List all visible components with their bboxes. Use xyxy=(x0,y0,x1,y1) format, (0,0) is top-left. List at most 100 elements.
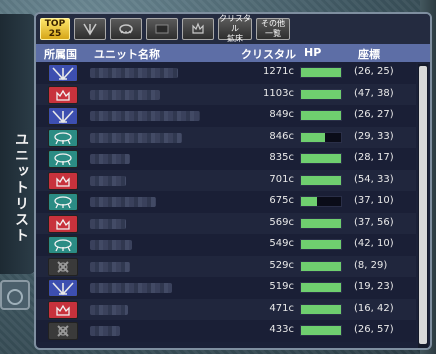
unit-hp-fill xyxy=(301,304,341,314)
unit-crystal: 835c xyxy=(269,152,294,163)
unit-crystal: 1103c xyxy=(263,87,294,99)
header-faction[interactable]: 所属国 xyxy=(44,46,77,62)
unit-hp-fill xyxy=(301,89,341,99)
unit-crystal: 529c xyxy=(269,259,294,271)
unit-row[interactable]: 471c (16, 42) xyxy=(36,298,416,320)
unit-name-obscured xyxy=(90,175,126,186)
faction-teal-emblem-icon xyxy=(48,128,78,147)
unit-crystal: 675c xyxy=(269,195,294,206)
faction-teal-emblem-icon xyxy=(119,24,133,34)
tab-top25[interactable]: TOP 25 xyxy=(40,18,70,40)
unit-coords: (54, 33) xyxy=(354,173,394,185)
unit-crystal: 519c xyxy=(269,281,294,292)
unit-name-obscured xyxy=(90,68,178,78)
unit-hp-bar xyxy=(300,239,342,250)
unit-name-obscured xyxy=(90,283,172,293)
tab-other-list[interactable]: その他 一覧 xyxy=(256,18,290,40)
unit-row[interactable]: 549c (42, 10) xyxy=(36,234,416,256)
tab-red-faction[interactable] xyxy=(182,18,214,40)
unit-crystal: 433c xyxy=(269,324,294,335)
unit-hp-fill xyxy=(301,240,341,249)
faction-red-emblem-icon xyxy=(48,214,78,233)
faction-blue-emblem-icon xyxy=(48,64,78,82)
faction-blue-emblem-icon xyxy=(83,23,97,36)
unit-coords: (29, 33) xyxy=(354,130,394,142)
unit-row[interactable]: 846c (29, 33) xyxy=(36,126,416,148)
faction-blue-emblem-icon xyxy=(48,107,78,125)
window-title: ユニットリスト xyxy=(13,132,29,244)
unit-hp-bar xyxy=(300,110,342,121)
faction-teal-emblem-icon xyxy=(48,150,78,168)
unit-name-obscured xyxy=(90,261,130,272)
unit-row[interactable]: 433c (26, 57) xyxy=(36,320,416,342)
faction-black-emblem-icon xyxy=(48,257,78,276)
unit-coords: (19, 23) xyxy=(354,281,394,292)
unit-name-obscured xyxy=(90,154,130,164)
unit-name-obscured xyxy=(90,326,120,336)
unit-coords: (16, 42) xyxy=(354,302,394,314)
unit-hp-fill xyxy=(301,283,341,292)
menu-icon xyxy=(7,289,23,305)
unit-name-obscured xyxy=(90,197,156,207)
unit-name-obscured xyxy=(90,240,132,250)
header-hp[interactable]: HP xyxy=(304,46,321,59)
unit-coords: (26, 25) xyxy=(354,66,394,77)
unit-coords: (37, 56) xyxy=(354,216,394,228)
scroll-thumb[interactable] xyxy=(419,66,427,344)
unit-hp-bar xyxy=(300,282,342,293)
unit-row[interactable]: 569c (37, 56) xyxy=(36,212,416,234)
header-name[interactable]: ユニット名称 xyxy=(94,46,160,62)
faction-red-emblem-icon xyxy=(48,171,78,190)
unit-hp-fill xyxy=(301,175,341,185)
faction-red-emblem-icon xyxy=(48,85,78,104)
unit-row[interactable]: 529c (8, 29) xyxy=(36,255,416,277)
header-crystal[interactable]: クリスタル xyxy=(241,46,296,62)
unit-name-obscured xyxy=(90,304,128,315)
unit-hp-bar xyxy=(300,303,342,315)
unit-hp-fill xyxy=(301,68,341,77)
unit-row[interactable]: 1103c (47, 38) xyxy=(36,83,416,105)
side-menu-button[interactable] xyxy=(0,280,30,310)
unit-crystal: 569c xyxy=(269,216,294,228)
unit-hp-bar xyxy=(300,325,342,336)
faction-black-emblem-icon xyxy=(155,24,169,34)
unit-coords: (26, 57) xyxy=(354,324,394,335)
unit-row[interactable]: 675c (37, 10) xyxy=(36,191,416,213)
unit-hp-fill xyxy=(301,261,341,271)
unit-row[interactable]: 519c (19, 23) xyxy=(36,277,416,299)
unit-name-obscured xyxy=(90,132,182,143)
unit-row[interactable]: 1271c (26, 25) xyxy=(36,62,416,84)
unit-hp-bar xyxy=(300,67,342,78)
faction-teal-emblem-icon xyxy=(48,193,78,211)
unit-crystal: 701c xyxy=(269,173,294,185)
unit-hp-fill xyxy=(301,111,341,120)
faction-black-emblem-icon xyxy=(48,322,78,340)
tab-blue-faction[interactable] xyxy=(74,18,106,40)
unit-row[interactable]: 701c (54, 33) xyxy=(36,169,416,191)
unit-hp-fill xyxy=(301,154,341,163)
unit-name-obscured xyxy=(90,218,126,229)
tab-teal-faction[interactable] xyxy=(110,18,142,40)
column-header: 所属国 ユニット名称 クリスタル HP 座標 xyxy=(36,44,430,62)
faction-red-emblem-icon xyxy=(192,22,204,34)
unit-hp-bar xyxy=(300,153,342,164)
header-coords[interactable]: 座標 xyxy=(358,46,380,62)
unit-hp-bar xyxy=(300,131,342,143)
unit-list-panel: TOP 25 クリスタル 鉱床 その他 一覧 所属国 ユニット名称 クリスタル … xyxy=(34,12,432,350)
unit-hp-fill xyxy=(301,218,341,228)
unit-row[interactable]: 835c (28, 17) xyxy=(36,148,416,170)
unit-coords: (8, 29) xyxy=(354,259,388,271)
unit-hp-bar xyxy=(300,217,342,229)
tab-black-faction[interactable] xyxy=(146,18,178,40)
unit-coords: (26, 27) xyxy=(354,109,394,120)
unit-crystal: 1271c xyxy=(263,66,294,77)
side-title-frame: ユニットリスト xyxy=(0,14,38,274)
unit-row[interactable]: 849c (26, 27) xyxy=(36,105,416,127)
unit-crystal: 471c xyxy=(269,302,294,314)
faction-blue-emblem-icon xyxy=(48,279,78,297)
scrollbar[interactable] xyxy=(418,64,428,348)
unit-hp-bar xyxy=(300,174,342,186)
tab-crystal-deposit[interactable]: クリスタル 鉱床 xyxy=(218,14,252,43)
unit-coords: (28, 17) xyxy=(354,152,394,163)
unit-crystal: 549c xyxy=(269,238,294,249)
